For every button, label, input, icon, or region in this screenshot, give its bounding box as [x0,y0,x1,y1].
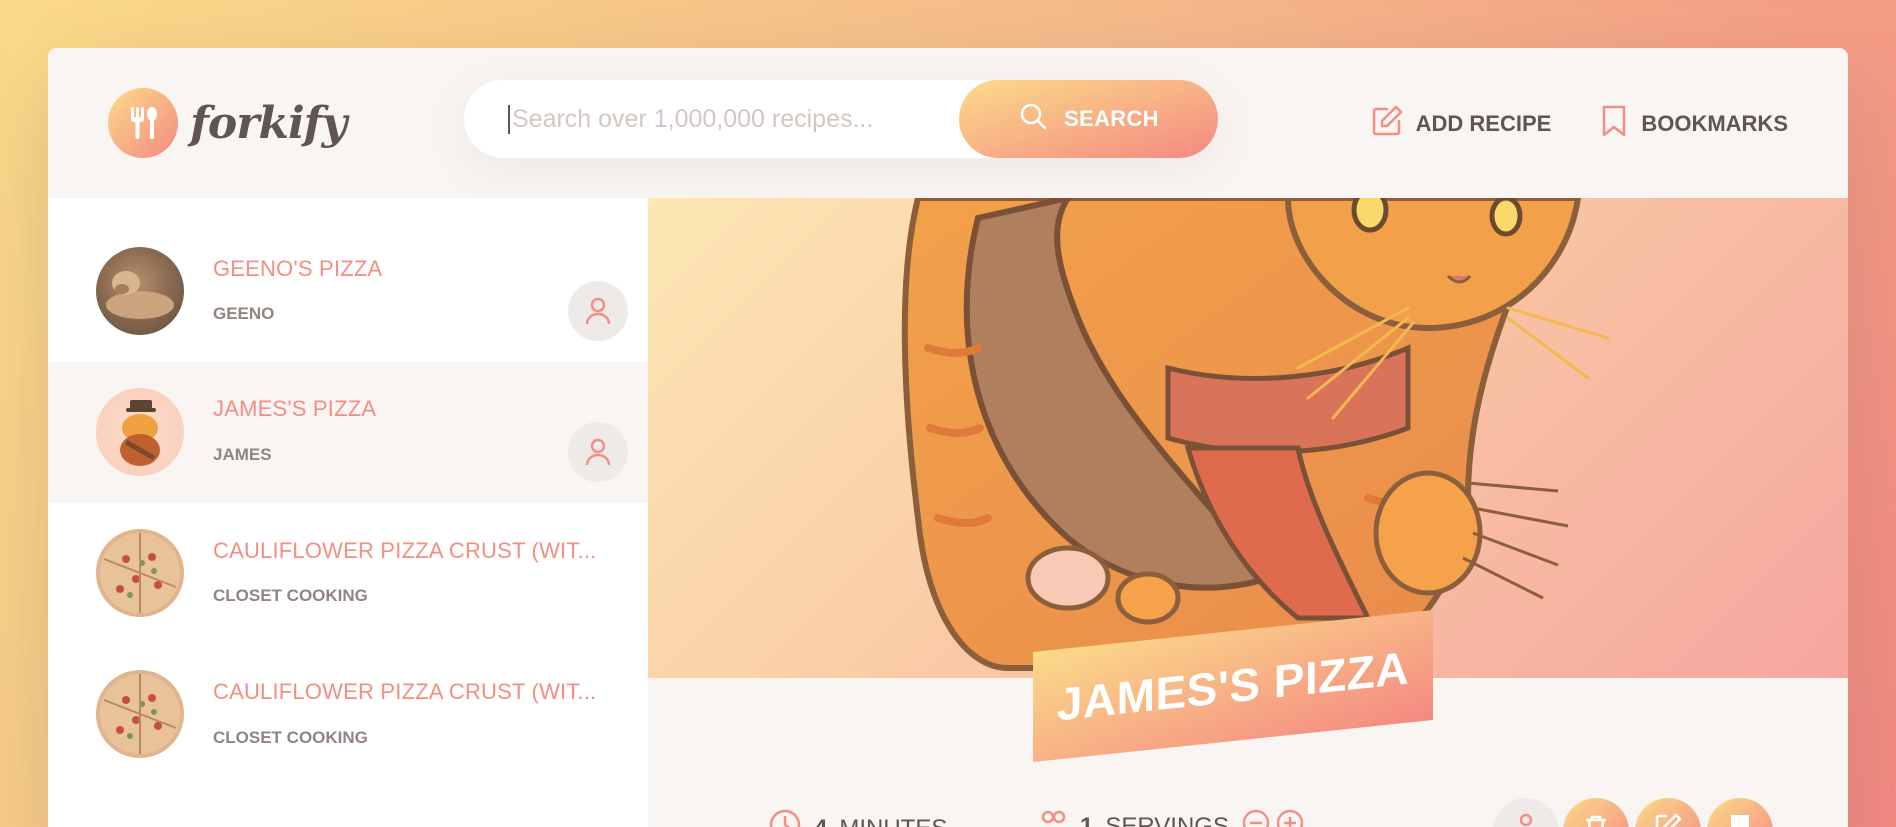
edit-icon [1370,104,1404,144]
bookmarks-label: BOOKMARKS [1641,111,1788,136]
result-item[interactable]: GEENO'S PIZZA GEENO [48,221,648,362]
result-item-active[interactable]: JAMES'S PIZZA JAMES [48,362,648,503]
result-thumbnail [96,529,184,617]
bookmark-recipe-button[interactable] [1707,798,1773,827]
search-form: SEARCH [464,80,1218,158]
cooking-time: 4 MINUTES [768,808,947,827]
cooking-time-value: 4 [814,815,827,827]
result-item[interactable]: CAULIFLOWER PIZZA CRUST (WIT... CLOSET C… [48,503,648,644]
edit-recipe-button[interactable] [1635,798,1701,827]
result-title: CAULIFLOWER PIZZA CRUST (WIT... [213,538,597,563]
add-recipe-button[interactable]: ADD RECIPE [1370,104,1552,144]
result-publisher: CLOSET COOKING [213,586,368,605]
delete-button[interactable] [1563,798,1629,827]
recipe-illustration [901,198,1610,671]
search-results: GEENO'S PIZZA GEENO JAMES'S PIZZA JAMES … [48,198,648,827]
user-generated-icon [568,422,628,482]
logo-text: forkify [190,97,347,149]
add-recipe-label: ADD RECIPE [1415,111,1552,136]
user-generated-icon [568,281,628,341]
main-nav: ADD RECIPE BOOKMARKS [1370,104,1788,144]
header: forkify SEARCH [48,48,1848,198]
servings: 1 SERVINGS [1038,808,1305,827]
fork-spoon-icon [108,88,178,158]
result-title: GEENO'S PIZZA [213,256,383,281]
cooking-time-unit: MINUTES [839,815,947,827]
user-generated-badge [1493,798,1559,827]
decrease-servings-button[interactable] [1241,808,1271,827]
result-publisher: GEENO [213,304,275,323]
search-icon [1018,101,1048,137]
result-item[interactable]: CAULIFLOWER PIZZA CRUST (WIT... CLOSET C… [48,644,648,785]
recipe-view: JAMES'S PIZZA 4 MINUTES [648,198,1848,827]
bookmarks-button[interactable]: BOOKMARKS [1599,104,1788,144]
search-button[interactable]: SEARCH [959,80,1218,158]
result-title: CAULIFLOWER PIZZA CRUST (WIT... [213,679,597,704]
servings-value: 1 [1080,812,1094,827]
clock-icon [768,808,802,827]
result-thumbnail [96,388,184,476]
search-input[interactable] [508,104,948,134]
users-icon [1038,808,1068,827]
result-publisher: CLOSET COOKING [213,728,368,747]
bookmark-icon [1599,104,1629,144]
app-container: forkify SEARCH [48,48,1848,827]
logo[interactable]: forkify [108,88,347,158]
increase-servings-button[interactable] [1275,808,1305,827]
recipe-image [648,198,1848,678]
recipe-details: 4 MINUTES 1 SERVINGS [648,798,1848,827]
servings-unit: SERVINGS [1105,812,1229,827]
result-thumbnail [96,670,184,758]
recipe-title: JAMES'S PIZZA [1056,641,1410,731]
search-button-label: SEARCH [1064,106,1159,131]
result-title: JAMES'S PIZZA [213,396,377,421]
result-publisher: JAMES [213,445,272,464]
result-thumbnail [96,247,184,335]
